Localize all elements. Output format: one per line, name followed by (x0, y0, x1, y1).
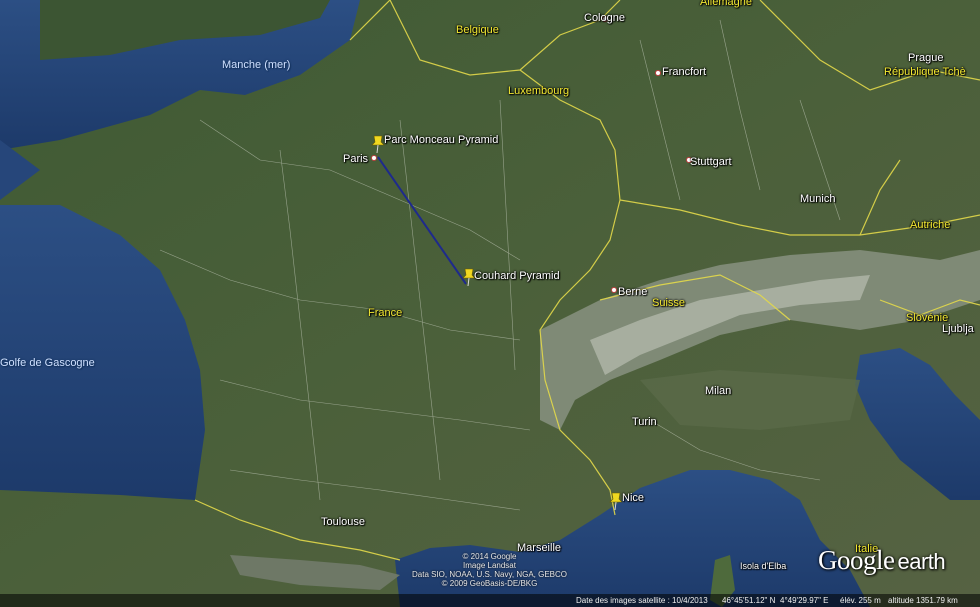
label-isola-elba: Isola d'Elba (740, 561, 787, 571)
label-turin: Turin (632, 416, 657, 428)
label-luxembourg: Luxembourg (508, 85, 570, 97)
label-allemagne: Allemagne (700, 0, 752, 8)
label-manche: Manche (mer) (222, 59, 291, 71)
latitude-readout: 46°45'51.12" N (722, 596, 776, 605)
map-terrain (0, 0, 980, 607)
pushpin-icon[interactable] (371, 135, 385, 153)
label-munich: Munich (800, 193, 836, 205)
city-dot-paris (371, 155, 377, 161)
label-prague: Prague (908, 52, 944, 64)
label-paris: Paris (343, 153, 369, 165)
logo-word-earth: earth (897, 549, 946, 574)
label-berne: Berne (618, 286, 648, 298)
label-france: France (368, 307, 403, 319)
label-francfort: Francfort (662, 66, 707, 78)
label-suisse: Suisse (652, 297, 686, 309)
credit-line: Image Landsat (463, 561, 516, 570)
placemark-label-nice[interactable]: Nice (622, 492, 644, 504)
city-dot-berne (611, 287, 617, 293)
altitude-readout: altitude 1351.79 km (888, 596, 958, 605)
label-republique-tcheque: République Tchè (884, 66, 966, 78)
label-stuttgart: Stuttgart (690, 156, 732, 168)
label-milan: Milan (705, 385, 732, 397)
imagery-date: Date des images satellite : 10/4/2013 (576, 596, 708, 605)
credit-line: © 2014 Google (462, 552, 517, 561)
imagery-credits: © 2014 Google Image Landsat Data SIO, NO… (412, 552, 567, 588)
credit-line: Data SIO, NOAA, U.S. Navy, NGA, GEBCO (412, 570, 567, 579)
label-toulouse: Toulouse (321, 516, 366, 528)
placemark-label-parc-monceau[interactable]: Parc Monceau Pyramid (384, 134, 498, 146)
label-autriche: Autriche (910, 219, 951, 231)
label-cologne: Cologne (584, 12, 625, 24)
label-belgique: Belgique (456, 24, 499, 36)
status-bar: Date des images satellite : 10/4/2013 46… (0, 594, 980, 607)
label-golfe-gascogne: Golfe de Gascogne (0, 357, 95, 369)
longitude-readout: 4°49'29.97" E (780, 596, 829, 605)
placemark-label-couhard[interactable]: Couhard Pyramid (474, 270, 560, 282)
logo-word-google: Google (818, 545, 895, 575)
map-view[interactable]: Allemagne Belgique Luxembourg République… (0, 0, 980, 607)
label-ljubljana: Ljublja (942, 323, 974, 335)
google-earth-logo: Google earth (818, 545, 946, 576)
elevation-readout: élév. 255 m (840, 596, 881, 605)
credit-line: © 2009 GeoBasis-DE/BKG (441, 579, 538, 588)
pushpin-icon[interactable] (609, 492, 623, 510)
city-dot-francfort (655, 70, 661, 76)
